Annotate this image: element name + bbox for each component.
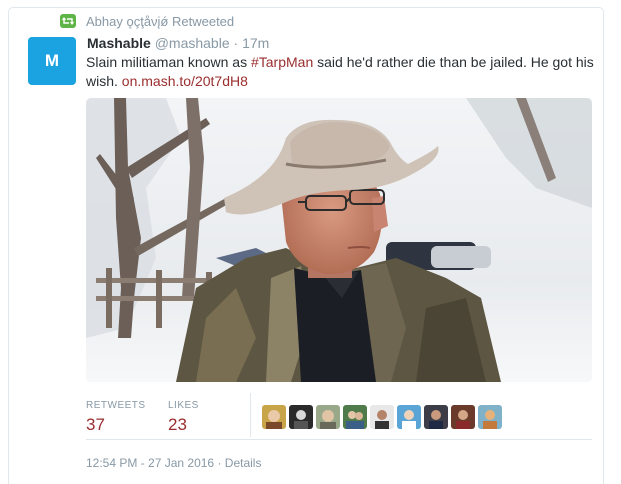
tweet-time-ago[interactable]: 17m (242, 35, 269, 51)
liker-avatar-8[interactable] (451, 405, 475, 429)
retweets-count: 37 (86, 415, 105, 434)
tweet-stats: RETWEETS 37 LIKES 23 (86, 391, 592, 439)
liker-avatar-3[interactable] (316, 405, 340, 429)
tweet-footer: 12:54 PM - 27 Jan 2016 · Details (86, 456, 261, 470)
liker-avatar-4[interactable] (343, 405, 367, 429)
tweet-text-part: Slain militiaman known as (86, 54, 251, 70)
avatar[interactable]: M (28, 37, 76, 85)
liker-avatars (262, 405, 502, 429)
retweets-label: RETWEETS (86, 400, 146, 411)
details-link[interactable]: Details (225, 456, 262, 470)
author-fullname[interactable]: Mashable (87, 35, 151, 51)
liker-avatar-6[interactable] (397, 405, 421, 429)
liker-avatar-9[interactable] (478, 405, 502, 429)
liker-avatar-5[interactable] (370, 405, 394, 429)
tweet-photo[interactable] (86, 98, 592, 382)
tweet-header: Mashable @mashable · 17m (87, 35, 269, 51)
mashable-logo: M (44, 51, 60, 70)
header-separator: · (233, 35, 239, 51)
hashtag-link[interactable]: #TarpMan (251, 54, 313, 70)
tweet-text: Slain militiaman known as #TarpMan said … (86, 53, 596, 91)
retweet-icon (60, 14, 76, 28)
tweet-timestamp[interactable]: 12:54 PM - 27 Jan 2016 (86, 456, 214, 470)
retweets-stat[interactable]: RETWEETS 37 (86, 400, 146, 435)
liker-avatar-2[interactable] (289, 405, 313, 429)
retweet-context-text[interactable]: Abhay ǫçţåνįǿ Retweeted (86, 14, 234, 29)
stats-divider (250, 393, 251, 437)
footer-separator: · (217, 456, 222, 470)
stats-bottom-border (86, 439, 592, 440)
author-username[interactable]: @mashable (155, 35, 230, 51)
liker-avatar-7[interactable] (424, 405, 448, 429)
likes-stat[interactable]: LIKES 23 (168, 400, 199, 435)
likes-label: LIKES (168, 400, 199, 411)
likes-count: 23 (168, 415, 187, 434)
url-link[interactable]: on.mash.to/20t7dH8 (122, 73, 248, 89)
liker-avatar-1[interactable] (262, 405, 286, 429)
